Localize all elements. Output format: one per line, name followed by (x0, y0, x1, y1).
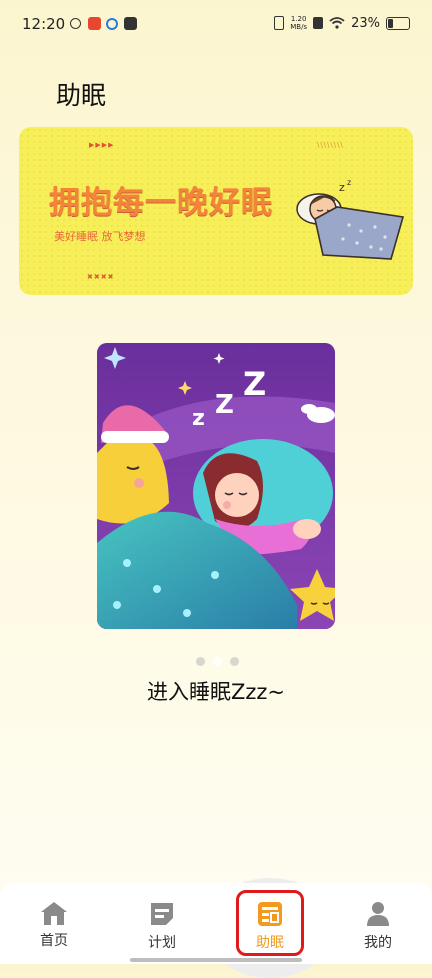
decor-ticks-icon: \\\\\\\\ (317, 141, 344, 149)
status-time: 12:20 (22, 15, 66, 33)
vibrate-icon (274, 16, 285, 30)
svg-text:z: z (192, 406, 205, 431)
page-title: 助眠 (56, 81, 107, 110)
app-notification-icon (106, 18, 118, 30)
plan-icon (151, 903, 173, 925)
pagination-dot-active[interactable] (213, 657, 222, 666)
home-indicator[interactable] (130, 958, 302, 962)
app-notification-icon (70, 18, 81, 29)
network-speed: 1.20 MB/s (290, 15, 307, 31)
app-notification-icon (124, 17, 137, 30)
banner-subtitle: 美好睡眠 放飞梦想 (54, 230, 146, 243)
wifi-icon (329, 17, 345, 29)
tab-home-label: 首页 (40, 933, 68, 949)
network-speed-value: 1.20 (290, 15, 307, 23)
decor-arrows-icon: ▶▶▶▶ (89, 141, 115, 149)
tab-plan[interactable]: 计划 (122, 900, 202, 952)
tab-home[interactable]: 首页 (14, 900, 94, 950)
person-icon (367, 902, 389, 926)
app-notification-icon (88, 17, 101, 30)
decor-crosses-icon: ✖✖✖✖ (87, 273, 115, 281)
tab-profile-label: 我的 (364, 935, 392, 951)
pagination-dot[interactable] (196, 657, 205, 666)
battery-percent: 23% (351, 15, 380, 31)
sleeping-child-illustration: z z (296, 178, 405, 260)
svg-text:z: z (339, 181, 345, 194)
home-icon (41, 902, 67, 925)
svg-text:Z: Z (243, 365, 266, 403)
tab-profile[interactable]: 我的 (338, 900, 418, 952)
sleeping-girl-illustration: z Z Z (97, 343, 335, 629)
network-speed-unit: MB/s (290, 23, 308, 31)
carousel-pagination (196, 657, 239, 666)
svg-text:Z: Z (215, 390, 234, 420)
svg-text:z: z (347, 178, 351, 187)
carousel-caption: 进入睡眠Zzz~ (146, 680, 286, 704)
selection-highlight (236, 890, 304, 956)
tab-plan-label: 计划 (148, 935, 176, 951)
pagination-dot[interactable] (230, 657, 239, 666)
promo-banner[interactable]: ▶▶▶▶ ✖✖✖✖ \\\\\\\\ 拥抱每一晚好眠 美好睡眠 放飞梦想 z z (19, 127, 413, 295)
status-indicators: 1.20 MB/s 23% (274, 15, 410, 31)
battery-icon (386, 16, 410, 30)
sleep-carousel-slide[interactable]: z Z Z (97, 343, 335, 629)
banner-title: 拥抱每一晚好眠 (49, 185, 273, 221)
no-sim-icon (313, 17, 324, 29)
status-bar: 12:20 1.20 MB/s 23% (0, 0, 432, 52)
